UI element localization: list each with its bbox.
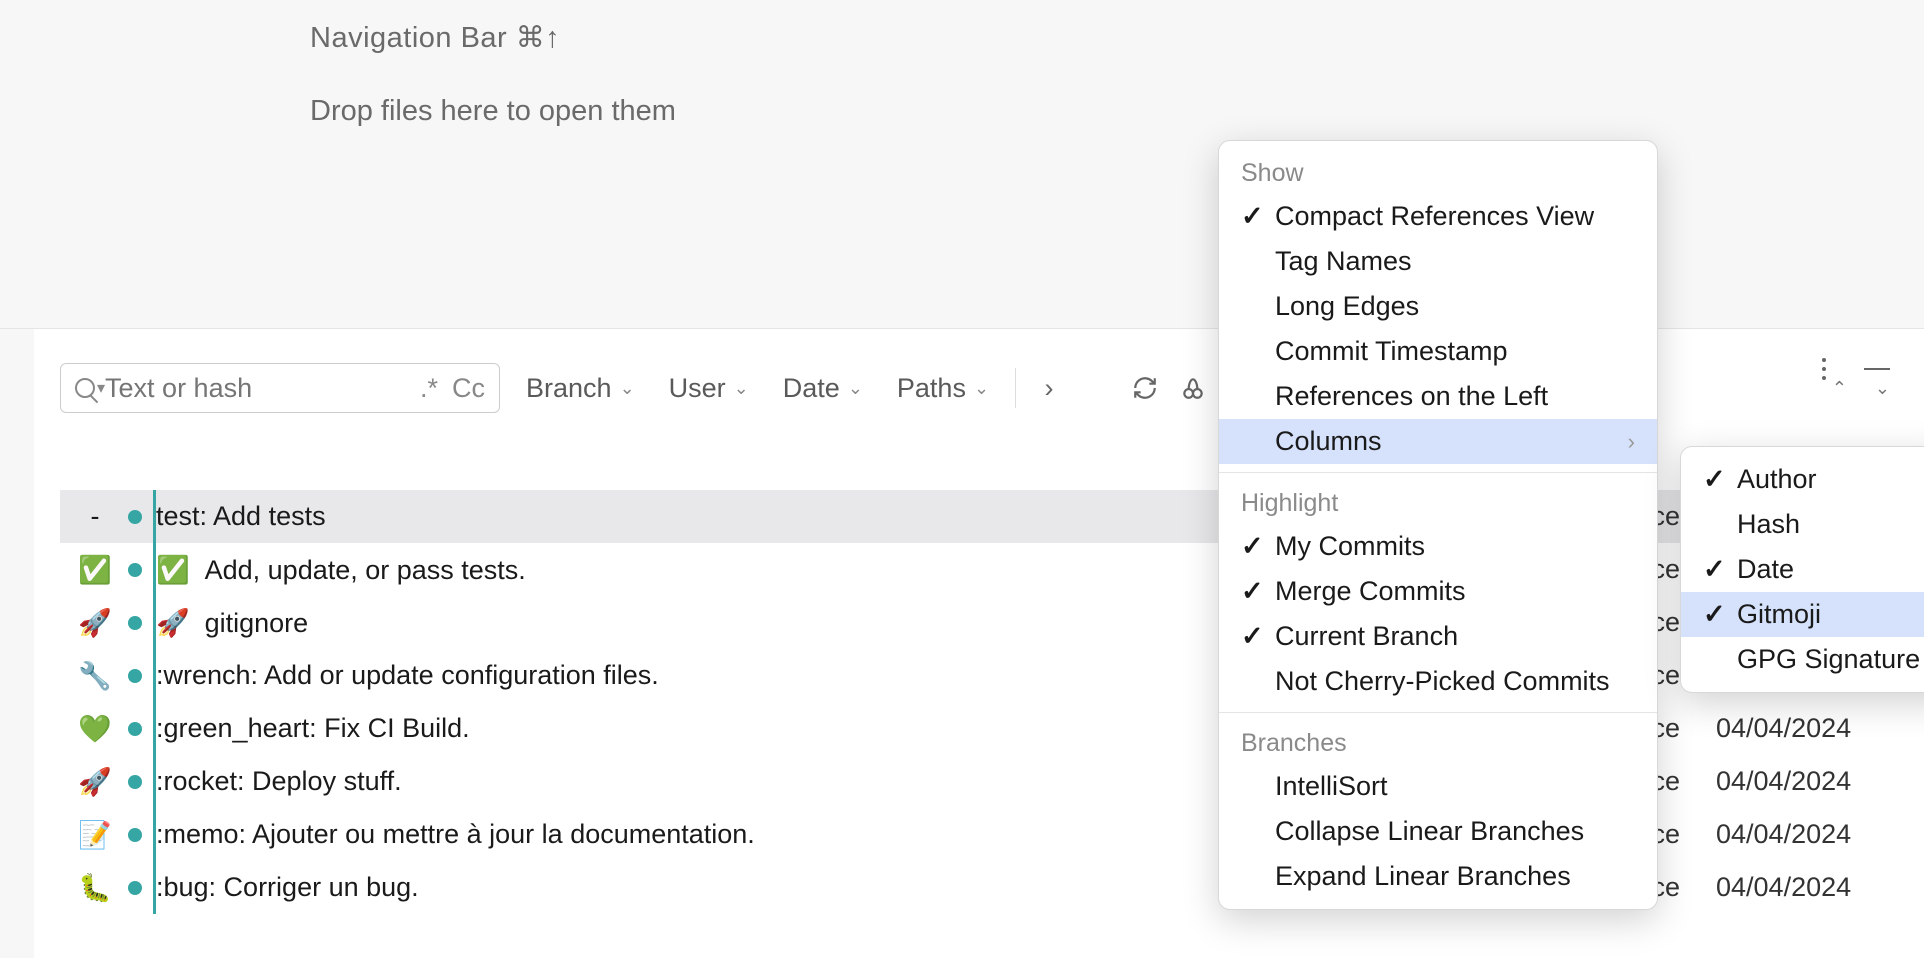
- menu-item[interactable]: Hash: [1681, 502, 1924, 547]
- menu-item[interactable]: ✓ Gitmoji: [1681, 592, 1924, 637]
- menu-item-label: GPG Signature: [1737, 644, 1920, 675]
- chevron-down-icon: ⌄: [734, 378, 749, 399]
- gitmoji-column: 💚: [70, 713, 120, 745]
- search-icon: [75, 378, 95, 398]
- menu-item[interactable]: ✓ Merge Commits: [1219, 569, 1657, 614]
- checkmark-icon: ✓: [1703, 554, 1737, 585]
- checkmark-icon: ✓: [1241, 201, 1275, 232]
- chevron-down-icon: ⌄: [620, 378, 635, 399]
- gitmoji-column: ✅: [70, 554, 120, 586]
- paths-filter[interactable]: Paths⌄: [889, 367, 997, 410]
- commit-date: 04/04/2024: [1716, 766, 1924, 797]
- graph-node: [120, 669, 150, 683]
- checkmark-icon: ✓: [1241, 576, 1275, 607]
- graph-node: [120, 563, 150, 577]
- chevron-down-icon: ⌄: [974, 378, 989, 399]
- panel-expand-collapse[interactable]: ⌃ ⌄: [1832, 378, 1890, 399]
- menu-item-label: Long Edges: [1275, 291, 1419, 322]
- menu-item-label: Date: [1737, 554, 1794, 585]
- commit-date: 04/04/2024: [1716, 872, 1924, 903]
- menu-item[interactable]: ✓ Author: [1681, 457, 1924, 502]
- checkmark-icon: ✓: [1241, 621, 1275, 652]
- menu-item[interactable]: IntelliSort: [1219, 764, 1657, 809]
- menu-item-label: Gitmoji: [1737, 599, 1821, 630]
- chevron-down-icon[interactable]: ▾: [97, 378, 105, 398]
- menu-item[interactable]: References on the Left: [1219, 374, 1657, 419]
- navigation-bar-hint: Navigation Bar ⌘↑: [310, 20, 1924, 55]
- menu-item[interactable]: GPG Signature: [1681, 637, 1924, 682]
- menu-item-label: My Commits: [1275, 531, 1425, 562]
- menu-item-label: Merge Commits: [1275, 576, 1466, 607]
- graph-node: [120, 775, 150, 789]
- drop-files-hint: Drop files here to open them: [310, 95, 1924, 128]
- menu-item[interactable]: Collapse Linear Branches: [1219, 809, 1657, 854]
- match-case-toggle[interactable]: Cc: [452, 373, 485, 404]
- columns-submenu: ✓ Author Hash ✓ Date ✓ Gitmoji GPG Signa…: [1680, 446, 1924, 693]
- checkmark-icon: ✓: [1703, 464, 1737, 495]
- menu-item-label: Not Cherry-Picked Commits: [1275, 666, 1610, 697]
- minimize-icon[interactable]: [1864, 368, 1890, 370]
- chevron-right-icon[interactable]: ›: [1034, 373, 1064, 403]
- menu-item[interactable]: ✓ Compact References View: [1219, 194, 1657, 239]
- chevron-down-icon: ⌄: [848, 378, 863, 399]
- menu-item-label: Compact References View: [1275, 201, 1594, 232]
- graph-node: [120, 510, 150, 524]
- menu-item-label: Expand Linear Branches: [1275, 861, 1571, 892]
- branch-filter[interactable]: Branch⌄: [518, 367, 643, 410]
- graph-line: [153, 490, 156, 914]
- menu-item-label: Commit Timestamp: [1275, 336, 1508, 367]
- checkmark-icon: ✓: [1241, 531, 1275, 562]
- gitmoji-column: 📝: [70, 819, 120, 851]
- gitmoji-column: -: [70, 501, 120, 532]
- chevron-up-icon[interactable]: ⌃: [1832, 378, 1847, 399]
- gitmoji-column: 🚀: [70, 607, 120, 639]
- date-filter[interactable]: Date⌄: [775, 367, 871, 410]
- commit-date: 04/04/2024: [1716, 819, 1924, 850]
- menu-item[interactable]: Not Cherry-Picked Commits: [1219, 659, 1657, 704]
- menu-item[interactable]: ✓ Current Branch: [1219, 614, 1657, 659]
- refresh-icon[interactable]: [1130, 373, 1160, 403]
- cherry-pick-icon[interactable]: [1178, 373, 1208, 403]
- more-options-icon[interactable]: [1822, 358, 1826, 380]
- menu-item-label: Hash: [1737, 509, 1800, 540]
- menu-section-highlight: Highlight: [1219, 481, 1657, 524]
- commit-date: 04/04/2024: [1716, 713, 1924, 744]
- menu-item[interactable]: Long Edges: [1219, 284, 1657, 329]
- checkmark-icon: ✓: [1703, 599, 1737, 630]
- gitmoji-column: 🐛: [70, 872, 120, 904]
- graph-node: [120, 881, 150, 895]
- graph-node: [120, 828, 150, 842]
- menu-item-label: IntelliSort: [1275, 771, 1388, 802]
- search-input[interactable]: [105, 373, 325, 404]
- menu-item[interactable]: Tag Names: [1219, 239, 1657, 284]
- separator: [1015, 368, 1016, 408]
- menu-item-label: Collapse Linear Branches: [1275, 816, 1584, 847]
- search-input-container[interactable]: ▾ .* Cc: [60, 363, 500, 413]
- menu-section-show: Show: [1219, 151, 1657, 194]
- regex-toggle[interactable]: .*: [420, 373, 438, 404]
- menu-item[interactable]: Commit Timestamp: [1219, 329, 1657, 374]
- chevron-down-icon[interactable]: ⌄: [1875, 378, 1890, 399]
- menu-item[interactable]: Expand Linear Branches: [1219, 854, 1657, 899]
- user-filter[interactable]: User⌄: [661, 367, 757, 410]
- gitmoji-column: 🚀: [70, 766, 120, 798]
- menu-item-label: References on the Left: [1275, 381, 1548, 412]
- menu-item-label: Current Branch: [1275, 621, 1458, 652]
- menu-section-branches: Branches: [1219, 721, 1657, 764]
- menu-item[interactable]: ✓ My Commits: [1219, 524, 1657, 569]
- chevron-right-icon: ›: [1614, 429, 1635, 455]
- graph-node: [120, 722, 150, 736]
- menu-item[interactable]: ✓ Date: [1681, 547, 1924, 592]
- menu-item-label: Tag Names: [1275, 246, 1412, 277]
- gitmoji-column: 🔧: [70, 660, 120, 692]
- menu-item-label: Columns: [1275, 426, 1382, 457]
- view-options-menu: Show ✓ Compact References View Tag Names…: [1218, 140, 1658, 910]
- menu-item[interactable]: Columns ›: [1219, 419, 1657, 464]
- graph-node: [120, 616, 150, 630]
- menu-item-label: Author: [1737, 464, 1817, 495]
